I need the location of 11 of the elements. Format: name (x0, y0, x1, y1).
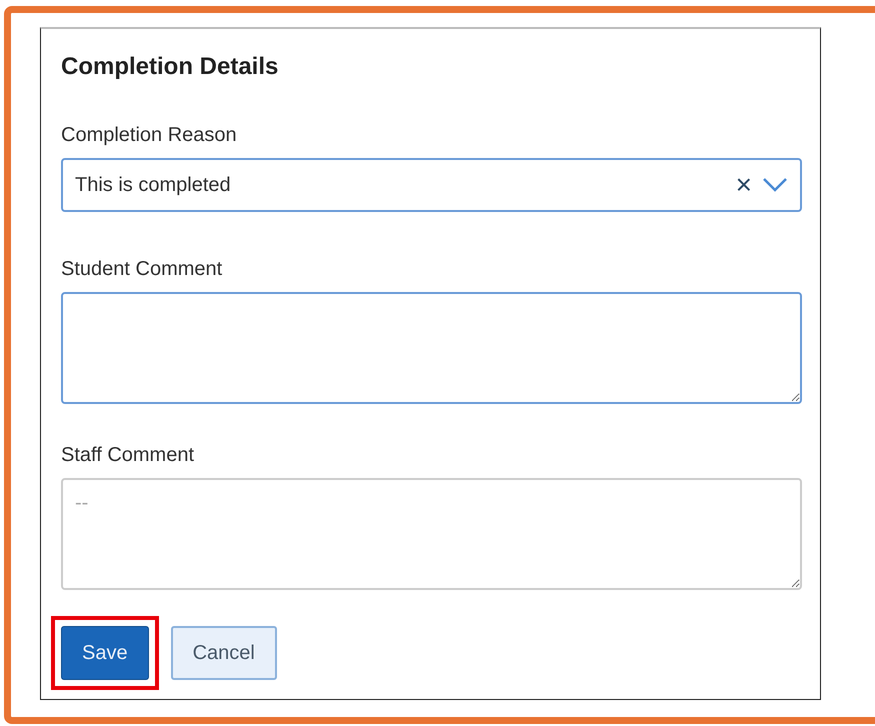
cancel-button[interactable]: Cancel (170, 626, 277, 680)
section-title: Completion Details (61, 52, 280, 82)
comment-field[interactable] (61, 292, 802, 404)
field-label: Staff Comment (61, 443, 196, 468)
save-button[interactable]: Save (61, 626, 149, 680)
field-label: Student Comment (61, 257, 224, 282)
chevron-down-icon[interactable] (762, 177, 788, 193)
field-label: Completion Reason (61, 123, 238, 148)
select-value: This is completed (75, 173, 232, 198)
clear-button[interactable]: × (726, 171, 762, 199)
select-field[interactable]: This is completed × (61, 158, 802, 212)
